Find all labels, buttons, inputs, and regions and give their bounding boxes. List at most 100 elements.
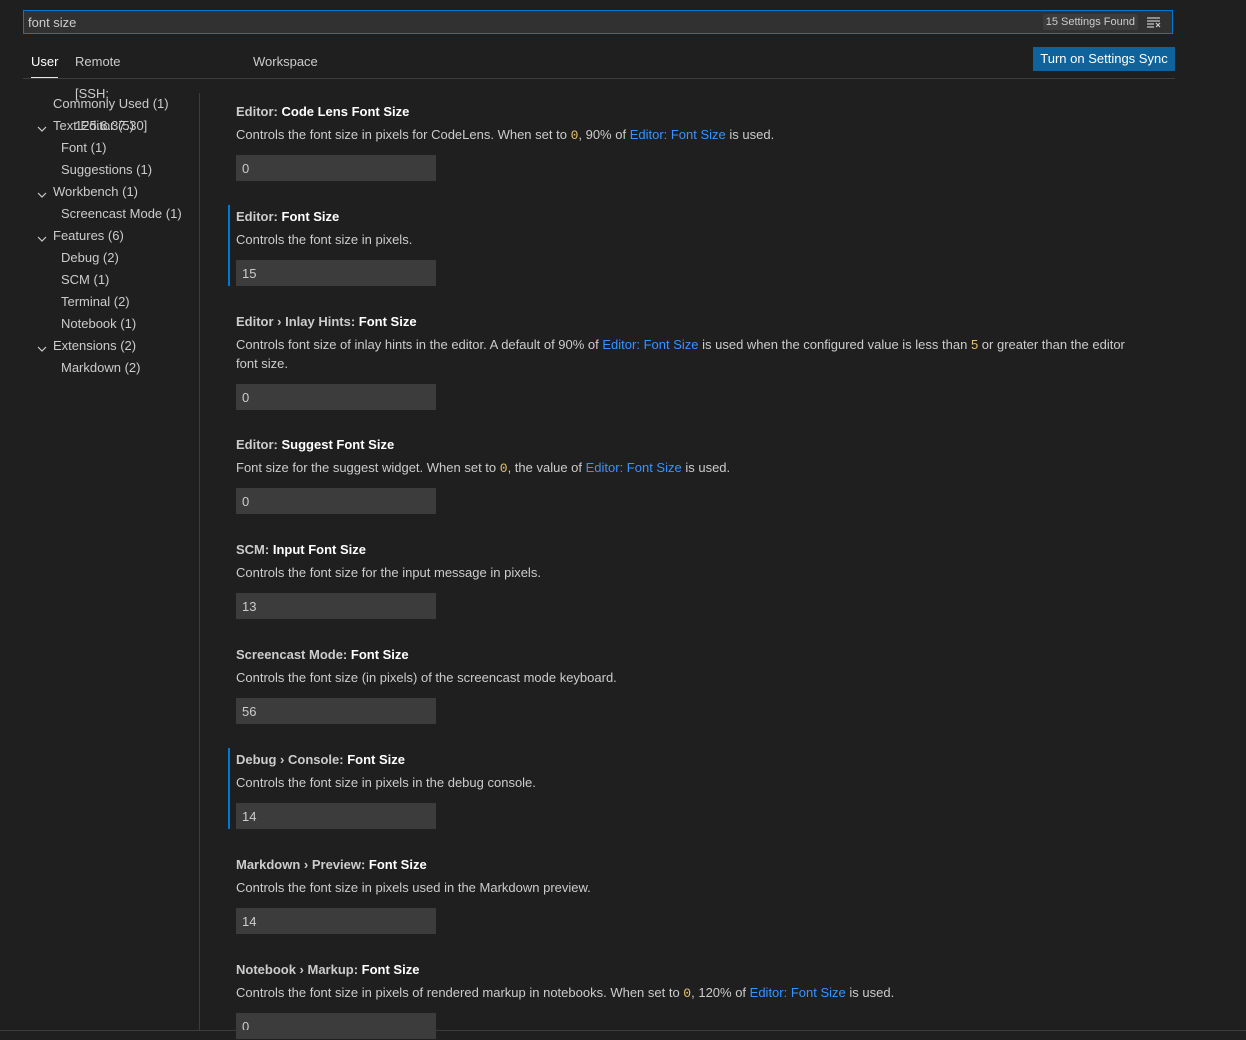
toc-item-label: Markdown (2) bbox=[61, 360, 141, 375]
setting-category: Debug › Console: bbox=[236, 752, 348, 767]
toc-commonly-used[interactable]: Commonly Used (1) bbox=[23, 93, 199, 115]
description-text: Controls font size of inlay hints in the… bbox=[236, 337, 603, 352]
setting-value-input[interactable] bbox=[236, 803, 436, 829]
setting-link[interactable]: Editor: Font Size bbox=[630, 127, 726, 142]
clear-filters-icon[interactable] bbox=[1146, 15, 1162, 29]
description-text: Controls the font size in pixels. bbox=[236, 232, 413, 247]
toc-divider bbox=[199, 93, 200, 1030]
toc-item-label: Features (6) bbox=[53, 228, 124, 243]
setting-value-input[interactable] bbox=[236, 908, 436, 934]
setting-key: Font Size bbox=[361, 962, 420, 977]
setting-key: Suggest Font Size bbox=[281, 437, 395, 452]
toc-item-label: Font (1) bbox=[61, 140, 107, 155]
setting-category: Markdown › Preview: bbox=[236, 857, 369, 872]
setting-category: SCM: bbox=[236, 542, 273, 557]
settings-sync-button[interactable]: Turn on Settings Sync bbox=[1033, 47, 1175, 71]
description-text: is used. bbox=[725, 127, 775, 142]
toc-item-label: Suggestions (1) bbox=[61, 162, 153, 177]
tabs-divider bbox=[23, 78, 1175, 79]
setting-code-lens-font-size: Editor: Code Lens Font Size Controls the … bbox=[228, 104, 1158, 181]
setting-title: Screencast Mode: Font Size bbox=[236, 647, 409, 662]
setting-value-input[interactable] bbox=[236, 260, 436, 286]
setting-title: Notebook › Markup: Font Size bbox=[236, 962, 419, 977]
setting-inlay-hints-font-size: Editor › Inlay Hints: Font Size Controls … bbox=[228, 314, 1158, 410]
setting-description: Controls the font size for the input mes… bbox=[236, 563, 1146, 582]
toc-features[interactable]: Features (6) bbox=[23, 225, 199, 247]
toc-item-label: Screencast Mode (1) bbox=[61, 206, 182, 221]
toc-item-label: Notebook (1) bbox=[61, 316, 137, 331]
setting-notebook-markup-font-size: Notebook › Markup: Font Size Controls the… bbox=[228, 962, 1158, 1039]
setting-suggest-font-size: Editor: Suggest Font Size Font size for t… bbox=[228, 437, 1158, 514]
chevron-down-icon[interactable] bbox=[36, 230, 48, 242]
inline-code: 0 bbox=[683, 986, 692, 1001]
chevron-down-icon[interactable] bbox=[36, 120, 48, 132]
setting-key: Font Size bbox=[281, 209, 340, 224]
description-text: , 90% of bbox=[578, 127, 630, 142]
setting-description: Font size for the suggest widget. When s… bbox=[236, 458, 1146, 478]
setting-scm-input-font-size: SCM: Input Font Size Controls the font si… bbox=[228, 542, 1158, 619]
setting-description: Controls the font size in pixels. bbox=[236, 230, 1146, 249]
results-count-badge: 15 Settings Found bbox=[1042, 14, 1138, 30]
inline-code: 0 bbox=[499, 461, 508, 476]
settings-search-box[interactable]: 15 Settings Found bbox=[23, 10, 1173, 34]
setting-title: SCM: Input Font Size bbox=[236, 542, 366, 557]
toc-suggestions[interactable]: Suggestions (1) bbox=[23, 159, 199, 181]
description-text: is used. bbox=[681, 460, 731, 475]
toc-terminal[interactable]: Terminal (2) bbox=[23, 291, 199, 313]
setting-category: Editor: bbox=[236, 437, 282, 452]
setting-category: Editor › Inlay Hints: bbox=[236, 314, 359, 329]
description-text: Controls the font size in pixels used in… bbox=[236, 880, 591, 895]
toc-screencast-mode[interactable]: Screencast Mode (1) bbox=[23, 203, 199, 225]
tab-user[interactable]: User bbox=[31, 46, 59, 78]
toc-scm[interactable]: SCM (1) bbox=[23, 269, 199, 291]
setting-description: Controls the font size in pixels of rend… bbox=[236, 983, 1146, 1003]
setting-key: Font Size bbox=[350, 647, 409, 662]
setting-value-input[interactable] bbox=[236, 488, 436, 514]
chevron-down-icon[interactable] bbox=[36, 340, 48, 352]
description-text: , the value of bbox=[507, 460, 586, 475]
description-text: is used. bbox=[845, 985, 895, 1000]
search-input[interactable] bbox=[24, 11, 1008, 33]
description-text: Controls the font size for the input mes… bbox=[236, 565, 541, 580]
setting-key: Font Size bbox=[358, 314, 417, 329]
toc-extensions[interactable]: Extensions (2) bbox=[23, 335, 199, 357]
toc-font[interactable]: Font (1) bbox=[23, 137, 199, 159]
setting-title: Editor: Code Lens Font Size bbox=[236, 104, 409, 119]
setting-debug-console-font-size: Debug › Console: Font Size Controls the f… bbox=[228, 748, 1158, 829]
description-text: , 120% of bbox=[691, 985, 750, 1000]
setting-value-input[interactable] bbox=[236, 384, 436, 410]
setting-link[interactable]: Editor: Font Size bbox=[602, 337, 698, 352]
bottom-border bbox=[0, 1030, 1246, 1031]
toc-item-label: Workbench (1) bbox=[53, 184, 139, 199]
setting-value-input[interactable] bbox=[236, 698, 436, 724]
toc-text-editor[interactable]: Text Editor (5) bbox=[23, 115, 199, 137]
toc-item-label: Extensions (2) bbox=[53, 338, 137, 353]
toc-item-label: SCM (1) bbox=[61, 272, 110, 287]
setting-value-input[interactable] bbox=[236, 1013, 436, 1039]
chevron-down-icon[interactable] bbox=[36, 186, 48, 198]
description-text: Controls the font size in pixels of rend… bbox=[236, 985, 684, 1000]
setting-markdown-preview-font-size: Markdown › Preview: Font Size Controls th… bbox=[228, 857, 1158, 934]
toc-markdown[interactable]: Markdown (2) bbox=[23, 357, 199, 379]
toc-item-label: Terminal (2) bbox=[61, 294, 130, 309]
tab-remote[interactable]: Remote [SSH: 125.6.37.30] bbox=[75, 46, 147, 133]
tab-workspace[interactable]: Workspace bbox=[253, 46, 318, 78]
toc-debug[interactable]: Debug (2) bbox=[23, 247, 199, 269]
setting-key: Font Size bbox=[347, 752, 405, 767]
setting-description: Controls font size of inlay hints in the… bbox=[236, 335, 1146, 373]
setting-value-input[interactable] bbox=[236, 593, 436, 619]
toc-item-label: Commonly Used (1) bbox=[53, 96, 169, 111]
toc-notebook[interactable]: Notebook (1) bbox=[23, 313, 199, 335]
setting-link[interactable]: Editor: Font Size bbox=[750, 985, 846, 1000]
description-text: Controls the font size (in pixels) of th… bbox=[236, 670, 617, 685]
toc-item-label: Text Editor (5) bbox=[53, 118, 134, 133]
description-text: Controls the font size in pixels for Cod… bbox=[236, 127, 571, 142]
toc-workbench[interactable]: Workbench (1) bbox=[23, 181, 199, 203]
setting-editor-font-size: Editor: Font Size Controls the font size … bbox=[228, 205, 1158, 286]
setting-category: Editor: bbox=[236, 209, 282, 224]
description-text: Font size for the suggest widget. When s… bbox=[236, 460, 500, 475]
setting-link[interactable]: Editor: Font Size bbox=[586, 460, 682, 475]
setting-description: Controls the font size (in pixels) of th… bbox=[236, 668, 1146, 687]
setting-value-input[interactable] bbox=[236, 155, 436, 181]
description-text: Controls the font size in pixels in the … bbox=[236, 775, 536, 790]
